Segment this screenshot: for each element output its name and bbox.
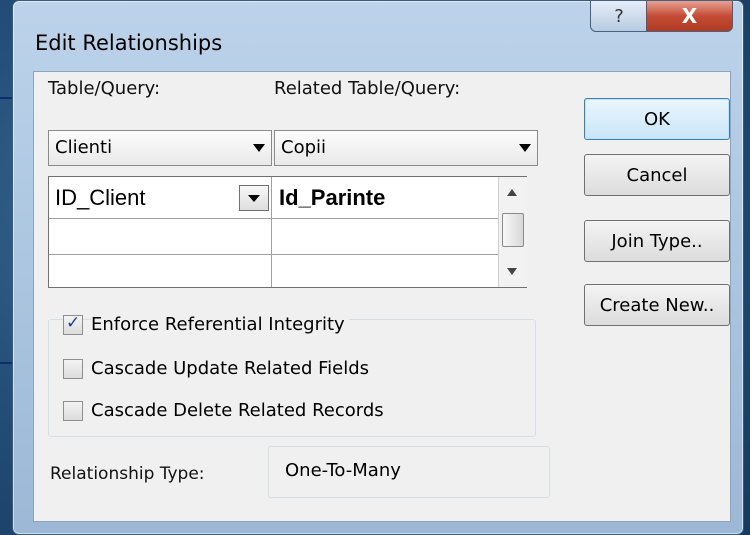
- related-table-combo[interactable]: Copii: [274, 130, 538, 166]
- edit-relationships-dialog: Edit Relationships ? X Table/Query: Rela…: [12, 0, 744, 535]
- enforce-integrity-checkbox[interactable]: [63, 313, 83, 335]
- enforce-integrity-option[interactable]: Enforce Referential Integrity: [63, 313, 349, 335]
- grid-row-divider: [49, 218, 498, 219]
- related-table-query-label: Related Table/Query:: [274, 78, 461, 99]
- cascade-update-checkbox[interactable]: [63, 358, 83, 379]
- ok-button[interactable]: OK: [584, 98, 730, 140]
- cascade-update-label: Cascade Update Related Fields: [91, 358, 370, 379]
- primary-field-cell[interactable]: [55, 257, 265, 285]
- integrity-options-group: Enforce Referential Integrity Cascade Up…: [48, 313, 536, 437]
- dialog-title: Edit Relationships: [35, 31, 223, 55]
- related-field-cell[interactable]: Id_Parinte: [279, 185, 385, 211]
- cascade-update-option[interactable]: Cascade Update Related Fields: [63, 358, 369, 379]
- related-field-cell[interactable]: [279, 223, 489, 251]
- scroll-down-icon[interactable]: [507, 268, 517, 275]
- field-dropdown-button[interactable]: [239, 185, 269, 211]
- table-combo-value: Clienti: [55, 137, 113, 158]
- grid-divider: [271, 177, 272, 287]
- related-table-combo-value: Copii: [281, 137, 327, 158]
- primary-field-cell[interactable]: [55, 223, 265, 251]
- chevron-down-icon: [253, 144, 265, 152]
- cancel-button[interactable]: Cancel: [584, 154, 730, 196]
- primary-field-cell[interactable]: ID_Client: [55, 185, 145, 211]
- dialog-client-area: Table/Query: Related Table/Query: Client…: [33, 71, 731, 522]
- relationship-type-box: One-To-Many: [268, 446, 550, 498]
- table-query-label: Table/Query:: [48, 78, 161, 99]
- help-button[interactable]: ?: [590, 0, 648, 32]
- create-new-button[interactable]: Create New..: [584, 284, 730, 326]
- grid-scrollbar[interactable]: [498, 177, 527, 287]
- cascade-delete-label: Cascade Delete Related Records: [91, 400, 384, 421]
- join-type-button[interactable]: Join Type..: [584, 220, 730, 262]
- cascade-delete-option[interactable]: Cascade Delete Related Records: [63, 400, 384, 421]
- table-combo[interactable]: Clienti: [48, 130, 272, 166]
- chevron-down-icon: [519, 144, 531, 152]
- scroll-up-icon[interactable]: [507, 189, 517, 196]
- relationship-type-value: One-To-Many: [285, 460, 401, 481]
- scrollbar-thumb[interactable]: [502, 213, 524, 247]
- relationship-type-label: Relationship Type:: [50, 464, 205, 484]
- grid-row-divider: [49, 254, 498, 255]
- cascade-delete-checkbox[interactable]: [63, 400, 83, 421]
- close-button[interactable]: X: [646, 0, 733, 32]
- related-field-cell[interactable]: [279, 257, 489, 285]
- enforce-integrity-label: Enforce Referential Integrity: [91, 314, 349, 335]
- field-mapping-grid: ID_Client Id_Parinte: [48, 176, 527, 288]
